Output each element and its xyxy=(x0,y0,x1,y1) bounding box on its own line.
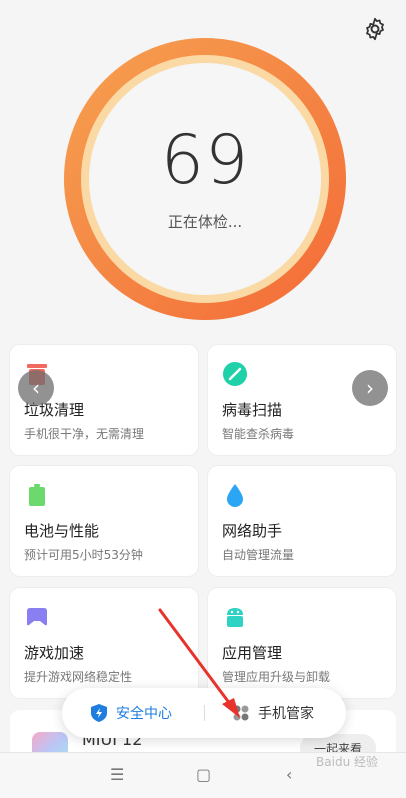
prev-button[interactable]: ‹ xyxy=(18,370,54,406)
card-subtitle: 管理应用升级与卸载 xyxy=(222,670,331,684)
settings-button[interactable] xyxy=(362,16,388,42)
chevron-left-icon: ‹ xyxy=(32,376,40,400)
security-center-label: 安全中心 xyxy=(116,706,172,722)
card-app-management[interactable]: 应用管理 管理应用升级与卸载 xyxy=(208,588,396,698)
gamepad-icon xyxy=(27,608,47,626)
bottom-switcher: 安全中心 手机管家 xyxy=(62,688,346,738)
home-icon[interactable]: ▢ xyxy=(196,765,211,784)
card-subtitle: 预计可用5小时53分钟 xyxy=(24,548,143,562)
card-subtitle: 手机很干净，无需清理 xyxy=(24,427,145,441)
apps-grid-icon xyxy=(233,705,249,721)
card-title: 网络助手 xyxy=(222,522,283,540)
water-drop-icon xyxy=(227,484,243,507)
card-battery-performance[interactable]: 电池与性能 预计可用5小时53分钟 xyxy=(10,466,198,576)
score-display: 69 正在体检... xyxy=(62,36,348,322)
shield-icon xyxy=(91,704,107,722)
card-title: 应用管理 xyxy=(222,644,283,662)
card-game-boost[interactable]: 游戏加速 提升游戏网络稳定性 xyxy=(10,588,198,698)
chevron-right-icon: › xyxy=(366,376,374,400)
divider xyxy=(204,705,205,721)
card-subtitle: 提升游戏网络稳定性 xyxy=(24,670,133,684)
card-network-assistant[interactable]: 网络助手 自动管理流量 xyxy=(208,466,396,576)
watermark: Baidu 经验 xyxy=(316,755,378,769)
card-subtitle: 自动管理流量 xyxy=(222,548,295,562)
gear-icon xyxy=(366,17,384,41)
card-title: 电池与性能 xyxy=(24,522,100,540)
phone-manager-label: 手机管家 xyxy=(258,706,314,722)
security-center-tab[interactable]: 安全中心 xyxy=(90,688,172,738)
phone-manager-tab[interactable]: 手机管家 xyxy=(232,688,314,738)
scan-icon xyxy=(223,362,247,386)
card-title: 游戏加速 xyxy=(24,644,85,662)
android-icon xyxy=(227,608,243,627)
back-icon[interactable]: ‹ xyxy=(286,765,292,784)
card-subtitle: 智能查杀病毒 xyxy=(222,427,295,441)
battery-icon xyxy=(29,484,45,506)
card-title: 病毒扫描 xyxy=(222,401,283,419)
next-button[interactable]: › xyxy=(352,370,388,406)
health-score: 69 xyxy=(160,120,250,200)
scan-status: 正在体检... xyxy=(167,212,243,231)
menu-icon[interactable]: ☰ xyxy=(110,765,124,784)
